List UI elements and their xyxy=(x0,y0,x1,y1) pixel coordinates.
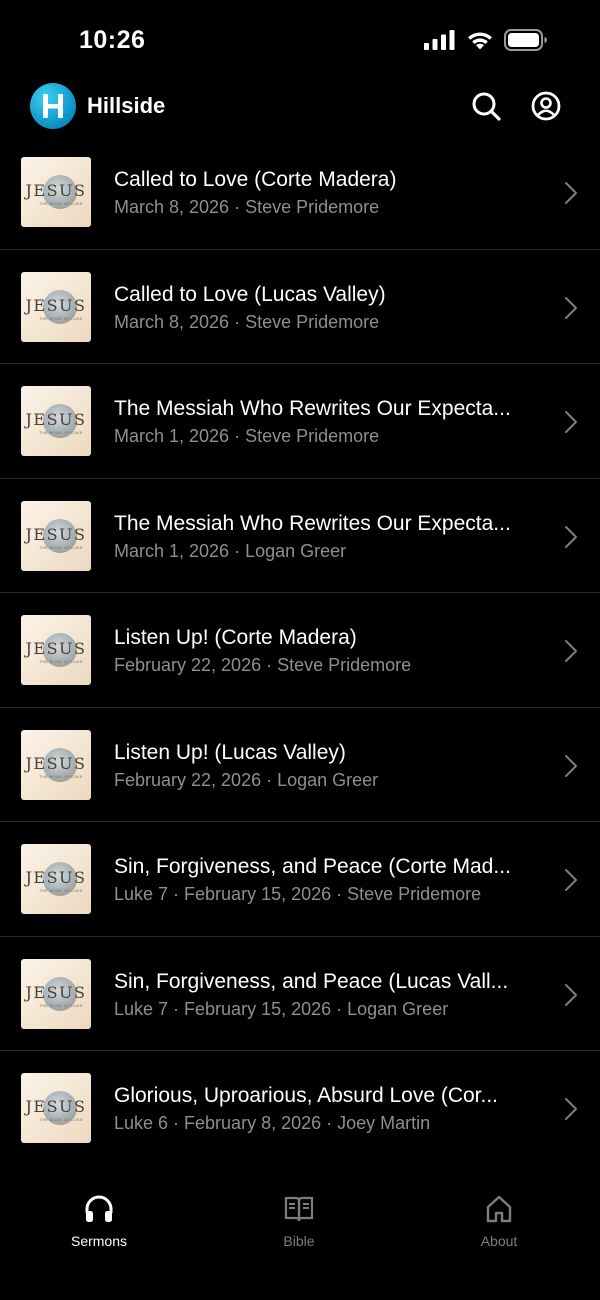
sermon-title: Called to Love (Lucas Valley) xyxy=(114,282,386,306)
sermon-title: The Messiah Who Rewrites Our Expecta... xyxy=(114,397,511,420)
thumbnail-caption: THE BOOK OF LUKE xyxy=(39,888,83,893)
tab-bible[interactable]: Bible xyxy=(239,1193,359,1249)
tab-sermons[interactable]: Sermons xyxy=(39,1193,159,1249)
chevron-right-icon xyxy=(565,983,577,1006)
thumbnail-caption: THE BOOK OF LUKE xyxy=(39,544,83,550)
sermon-meta: Luke 6 · February 8, 2026 · Joey Martin xyxy=(114,1113,431,1133)
sermon-thumbnail: JESUS THE BOOK OF LUKE xyxy=(21,729,91,800)
sermon-meta: February 22, 2026 · Logan Greer xyxy=(114,769,379,790)
thumbnail-caption: THE BOOK OF LUKE xyxy=(39,1117,83,1122)
thumbnail-caption: THE BOOK OF LUKE xyxy=(39,315,83,321)
sermon-title: Listen Up! (Lucas Valley) xyxy=(114,740,346,764)
sermon-title: Glorious, Uproarious, Absurd Love (Cor..… xyxy=(114,1084,499,1107)
sermon-row[interactable]: JESUS THE BOOK OF LUKE Listen Up! (Corte… xyxy=(0,593,600,708)
search-button[interactable] xyxy=(470,90,502,122)
tab-about[interactable]: About xyxy=(439,1193,559,1249)
sermon-row[interactable]: JESUS THE BOOK OF LUKE The Messiah Who R… xyxy=(0,479,600,593)
sermon-title: Sin, Forgiveness, and Peace (Lucas Vall.… xyxy=(114,969,509,993)
thumbnail-caption: THE BOOK OF LUKE xyxy=(39,659,83,664)
sermon-thumbnail: JESUS THE BOOK OF LUKE xyxy=(21,844,91,914)
battery-icon xyxy=(504,29,547,51)
chevron-right-icon xyxy=(565,869,577,891)
chevron-right-icon xyxy=(565,1098,577,1120)
sermon-meta: Luke 7 · February 15, 2026 · Logan Greer xyxy=(114,998,449,1019)
sermon-row[interactable]: JESUS THE BOOK OF LUKE Called to Love (L… xyxy=(0,250,600,364)
sermon-title: Listen Up! (Corte Madera) xyxy=(114,626,357,649)
tab-label: Sermons xyxy=(70,1233,128,1249)
tab-label: About xyxy=(480,1233,518,1249)
sermon-row[interactable]: JESUS THE BOOK OF LUKE Sin, Forgiveness,… xyxy=(0,822,600,937)
sermon-row[interactable]: JESUS THE BOOK OF LUKE The Messiah Who R… xyxy=(0,364,600,479)
sermon-title: Sin, Forgiveness, and Peace (Corte Mad..… xyxy=(114,855,511,878)
sermon-thumbnail: JESUS THE BOOK OF LUKE xyxy=(21,1073,91,1143)
chevron-right-icon xyxy=(565,411,577,433)
tab-label: Bible xyxy=(283,1233,315,1249)
status-time: 10:26 xyxy=(79,26,146,54)
sermon-thumbnail: JESUS THE BOOK OF LUKE xyxy=(21,386,91,456)
sermon-thumbnail: JESUS THE BOOK OF LUKE xyxy=(21,500,91,571)
thumbnail-caption: THE BOOK OF LUKE xyxy=(39,1002,83,1008)
status-icons xyxy=(424,29,548,51)
thumbnail-word: JESUS xyxy=(25,181,87,200)
thumbnail-word: JESUS xyxy=(25,982,87,1002)
chevron-right-icon xyxy=(565,525,577,548)
h-logo-icon xyxy=(43,94,63,118)
home-icon xyxy=(486,1195,512,1223)
thumbnail-word: JESUS xyxy=(25,639,87,658)
sermon-list[interactable]: JESUS THE BOOK OF LUKE Called to Love (C… xyxy=(0,135,600,1165)
sermon-row[interactable]: JESUS THE BOOK OF LUKE Glorious, Uproari… xyxy=(0,1051,600,1165)
sermon-thumbnail: JESUS THE BOOK OF LUKE xyxy=(21,958,91,1029)
cellular-signal-icon xyxy=(424,30,455,50)
account-button[interactable] xyxy=(530,90,562,122)
sermon-row[interactable]: JESUS THE BOOK OF LUKE Sin, Forgiveness,… xyxy=(0,937,600,1051)
sermon-meta: March 1, 2026 · Logan Greer xyxy=(114,540,347,561)
book-icon xyxy=(284,1196,314,1222)
thumbnail-word: JESUS xyxy=(25,524,87,544)
sermon-thumbnail: JESUS THE BOOK OF LUKE xyxy=(21,271,91,342)
sermon-meta: February 22, 2026 · Steve Pridemore xyxy=(114,655,412,675)
chevron-right-icon xyxy=(565,640,577,662)
sermon-meta: Luke 7 · February 15, 2026 · Steve Pride… xyxy=(114,884,482,904)
account-icon xyxy=(531,91,561,121)
tab-bar: Sermons Bible About xyxy=(0,1165,600,1300)
sermon-row[interactable]: JESUS THE BOOK OF LUKE Listen Up! (Lucas… xyxy=(0,708,600,822)
thumbnail-word: JESUS xyxy=(25,410,87,429)
sermon-meta: March 1, 2026 · Steve Pridemore xyxy=(114,426,380,446)
sermon-title: Called to Love (Corte Madera) xyxy=(114,168,397,191)
sermon-meta: March 8, 2026 · Steve Pridemore xyxy=(114,311,380,332)
sermon-thumbnail: JESUS THE BOOK OF LUKE xyxy=(21,615,91,685)
app-title: Hillside xyxy=(87,93,166,118)
sermon-row[interactable]: JESUS THE BOOK OF LUKE Called to Love (C… xyxy=(0,135,600,250)
search-icon xyxy=(472,92,501,121)
app-logo[interactable] xyxy=(30,83,76,129)
status-bar: 10:26 xyxy=(0,0,600,80)
thumbnail-word: JESUS xyxy=(25,868,87,887)
chevron-right-icon xyxy=(565,296,577,319)
headphones-icon xyxy=(85,1195,113,1222)
chevron-right-icon xyxy=(565,754,577,777)
sermon-meta: March 8, 2026 · Steve Pridemore xyxy=(114,197,380,217)
wifi-icon xyxy=(468,31,492,49)
chevron-right-icon xyxy=(565,182,577,204)
thumbnail-word: JESUS xyxy=(25,753,87,773)
thumbnail-word: JESUS xyxy=(25,1097,87,1116)
thumbnail-word: JESUS xyxy=(25,295,87,315)
thumbnail-caption: THE BOOK OF LUKE xyxy=(39,430,83,435)
sermon-title: The Messiah Who Rewrites Our Expecta... xyxy=(114,511,511,535)
sermon-thumbnail: JESUS THE BOOK OF LUKE xyxy=(21,157,91,227)
thumbnail-caption: THE BOOK OF LUKE xyxy=(39,773,83,779)
thumbnail-caption: THE BOOK OF LUKE xyxy=(39,201,83,206)
